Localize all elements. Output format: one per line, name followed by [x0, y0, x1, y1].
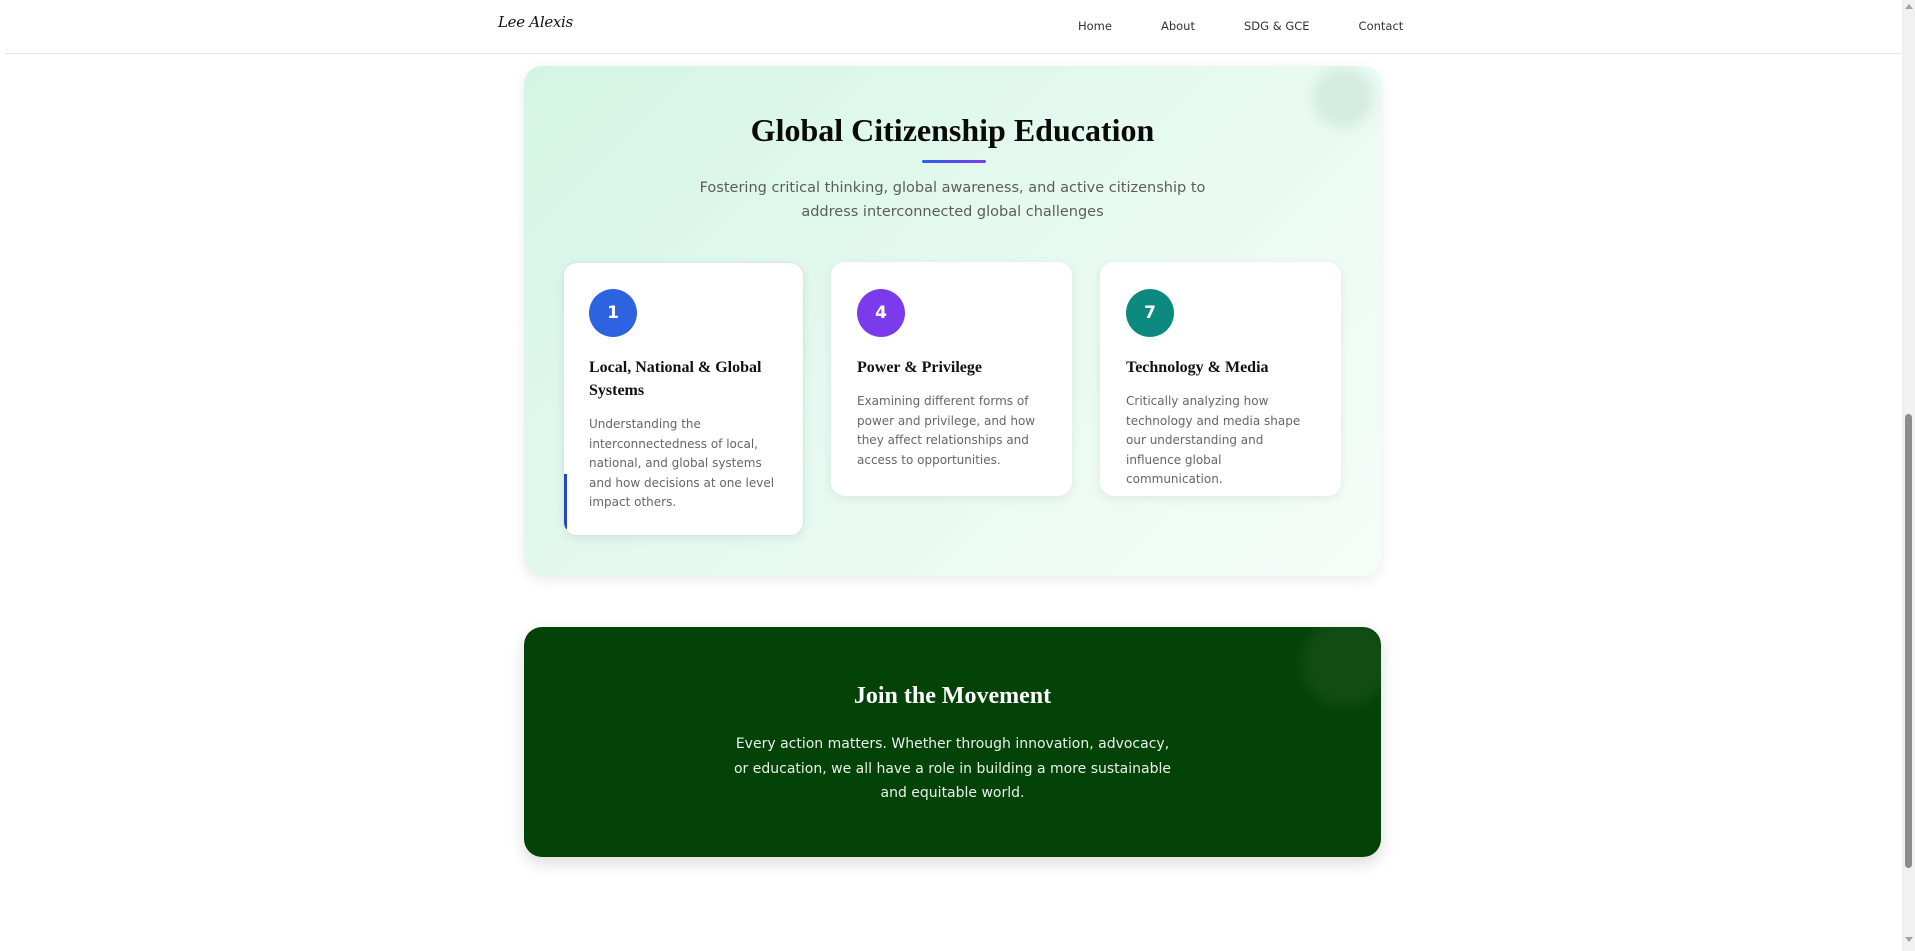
card-title: Power & Privilege — [857, 359, 982, 376]
number-badge: 1 — [589, 289, 637, 337]
join-text: Every action matters. Whether through in… — [733, 736, 1171, 801]
card-technology-media[interactable]: 7 Technology & Media Critically analyzin… — [1100, 262, 1341, 496]
scroll-down-arrow-icon[interactable] — [1905, 937, 1913, 942]
nav-link-sdg-gce[interactable]: SDG & GCE — [1244, 19, 1310, 33]
scroll-up-arrow-icon[interactable] — [1905, 4, 1913, 9]
title-underline — [922, 160, 986, 163]
gce-section: Global Citizenship Education Fostering c… — [524, 66, 1381, 576]
nav-link-about[interactable]: About — [1161, 19, 1195, 33]
card-accent-bar — [564, 474, 567, 529]
card-title: Local, National & Global Systems — [589, 359, 762, 399]
section-title: Global Citizenship Education — [750, 112, 1155, 148]
card-description: Examining different forms of power and p… — [857, 394, 1036, 467]
vertical-scrollbar[interactable] — [1902, 0, 1915, 951]
card-title: Technology & Media — [1126, 359, 1269, 376]
card-power-privilege[interactable]: 4 Power & Privilege Examining different … — [831, 262, 1072, 496]
top-navigation: Lee Alexis Home About SDG & GCE Contact — [5, 0, 1902, 54]
page: Lee Alexis Home About SDG & GCE Contact … — [0, 0, 1915, 951]
nav-link-contact[interactable]: Contact — [1359, 19, 1404, 33]
card-description: Critically analyzing how technology and … — [1126, 394, 1301, 486]
section-subtitle: Fostering critical thinking, global awar… — [699, 180, 1206, 220]
nav-links: Home About SDG & GCE Contact — [1078, 19, 1403, 33]
join-title: Join the Movement — [853, 683, 1052, 709]
card-local-national-global[interactable]: 1 Local, National & Global Systems Under… — [563, 262, 804, 536]
card-description: Understanding the interconnectedness of … — [589, 417, 775, 509]
scrollbar-thumb[interactable] — [1905, 414, 1912, 868]
nav-link-home[interactable]: Home — [1078, 19, 1112, 33]
number-badge: 4 — [857, 289, 905, 337]
join-movement-section: Join the Movement Every action matters. … — [524, 627, 1381, 857]
number-badge: 7 — [1126, 289, 1174, 337]
brand-logo[interactable]: Lee Alexis — [498, 13, 573, 31]
